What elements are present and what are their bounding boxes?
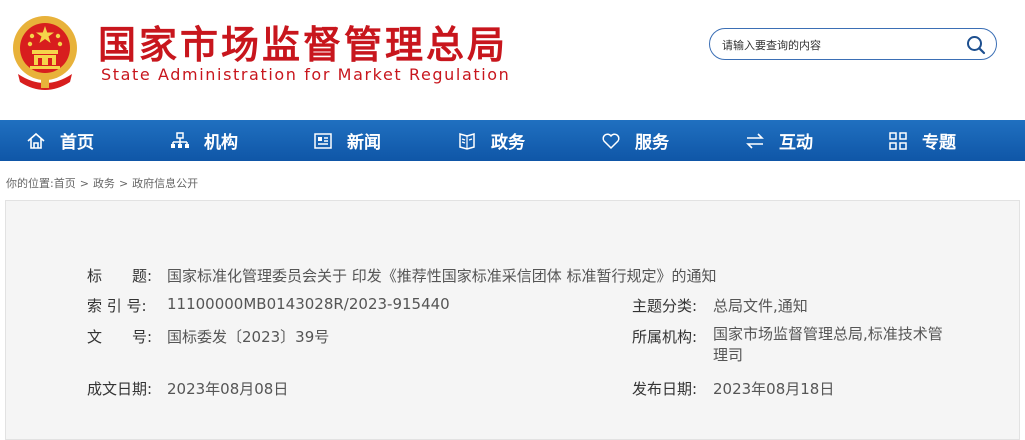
nav-item-label: 政务 — [491, 133, 525, 153]
site-title[interactable]: 国家市场监督管理总局 — [98, 14, 508, 69]
nav-item-news[interactable]: 新闻 — [313, 120, 381, 161]
topic-value: 总局文件,通知 — [713, 297, 808, 315]
index-value: 11100000MB0143028R/2023-915440 — [167, 295, 450, 313]
nav-item-topics[interactable]: 专题 — [888, 120, 956, 161]
news-icon — [314, 132, 332, 149]
heart-icon — [602, 133, 620, 149]
breadcrumb-government[interactable]: 政务 — [93, 177, 115, 190]
site-header: 国家市场监督管理总局 State Administration for Mark… — [0, 0, 1025, 120]
exchange-icon — [746, 132, 764, 149]
doc-number-value: 国标委发〔2023〕39号 — [167, 328, 330, 346]
main-nav: 首页 机构 新闻 政务 服务 互动 专题 — [0, 120, 1025, 161]
breadcrumb-separator: > — [118, 177, 129, 190]
doc-number-label: 文 号: — [87, 328, 153, 346]
government-icon — [459, 132, 475, 150]
index-label: 索 引 号: — [87, 297, 147, 315]
document-info-panel: 标 题: 国家标准化管理委员会关于 印发《推荐性国家标准采信团体 标准暂行规定》… — [5, 200, 1020, 440]
nav-item-org[interactable]: 机构 — [170, 120, 238, 161]
nav-item-service[interactable]: 服务 — [601, 120, 669, 161]
org-label: 所属机构: — [632, 328, 698, 346]
nav-item-label: 互动 — [779, 133, 813, 153]
org-chart-icon — [171, 131, 189, 148]
breadcrumb: 你的位置:首页 > 政务 > 政府信息公开 — [6, 175, 198, 191]
breadcrumb-home[interactable]: 首页 — [54, 177, 76, 190]
national-emblem-icon[interactable] — [10, 12, 80, 90]
published-date-value: 2023年08月18日 — [713, 380, 835, 398]
nav-item-label: 机构 — [204, 133, 238, 153]
home-icon — [27, 132, 45, 149]
org-value: 国家市场监督管理总局,标准技术管理司 — [713, 325, 943, 364]
topic-label: 主题分类: — [632, 297, 698, 315]
created-date-label: 成文日期: — [87, 380, 153, 398]
breadcrumb-prefix: 你的位置: — [6, 177, 54, 190]
nav-item-label: 专题 — [922, 133, 956, 153]
nav-item-label: 首页 — [60, 133, 94, 153]
search-input[interactable] — [720, 34, 964, 56]
breadcrumb-separator: > — [79, 177, 89, 190]
site-subtitle: State Administration for Market Regulati… — [101, 65, 511, 84]
nav-item-home[interactable]: 首页 — [26, 120, 94, 161]
nav-item-interaction[interactable]: 互动 — [745, 120, 813, 161]
title-label: 标 题: — [87, 267, 153, 285]
nav-item-government[interactable]: 政务 — [457, 120, 525, 161]
published-date-label: 发布日期: — [632, 380, 698, 398]
nav-item-label: 服务 — [635, 133, 669, 153]
search-icon[interactable] — [966, 35, 986, 55]
title-value: 国家标准化管理委员会关于 印发《推荐性国家标准采信团体 标准暂行规定》的通知 — [167, 267, 717, 285]
nav-item-label: 新闻 — [347, 133, 381, 153]
search-box — [709, 28, 997, 60]
breadcrumb-info-disclosure[interactable]: 政府信息公开 — [132, 177, 198, 190]
grid-icon — [889, 131, 907, 150]
created-date-value: 2023年08月08日 — [167, 380, 289, 398]
